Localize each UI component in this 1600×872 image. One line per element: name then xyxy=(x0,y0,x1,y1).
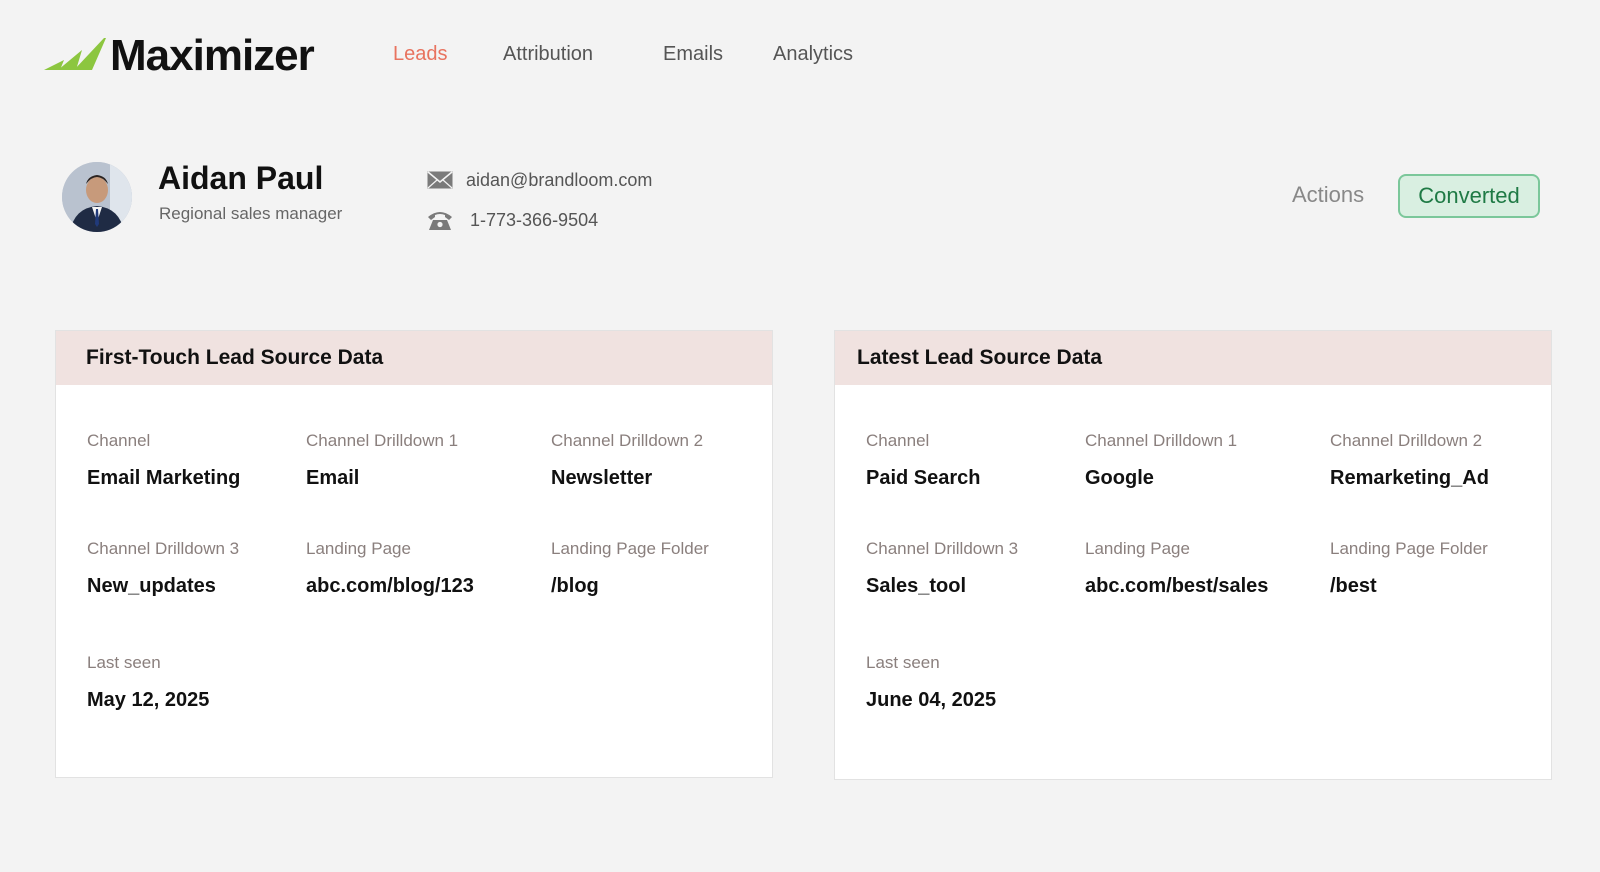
status-badge: Converted xyxy=(1398,174,1540,218)
field-label: Channel xyxy=(866,431,930,450)
field-value: Email xyxy=(306,467,360,489)
field-label: Channel Drilldown 3 xyxy=(87,539,240,558)
field-value: Remarketing_Ad xyxy=(1330,467,1489,489)
field-channel: Channel Email Marketing xyxy=(87,429,240,491)
field-value: abc.com/blog/123 xyxy=(306,575,474,597)
field-channel-drilldown-2: Channel Drilldown 2 Newsletter xyxy=(551,429,703,491)
avatar-portrait-icon xyxy=(62,162,132,232)
field-value: Newsletter xyxy=(551,467,653,489)
field-label: Channel Drilldown 1 xyxy=(1085,431,1238,450)
field-channel: Channel Paid Search xyxy=(866,429,981,491)
lead-name: Aidan Paul xyxy=(158,160,324,196)
field-value: June 04, 2025 xyxy=(866,689,997,711)
lead-email[interactable]: aidan@brandloom.com xyxy=(466,170,652,191)
latest-lead-source-card: Latest Lead Source Data Channel Paid Sea… xyxy=(834,330,1552,780)
lead-role: Regional sales manager xyxy=(159,204,343,223)
field-label: Last seen xyxy=(87,653,161,672)
first-touch-card: First-Touch Lead Source Data Channel Ema… xyxy=(55,330,773,778)
field-label: Landing Page Folder xyxy=(1330,539,1488,558)
nav-item-leads[interactable]: Leads xyxy=(393,40,503,68)
email-row[interactable]: aidan@brandloom.com xyxy=(426,160,652,200)
field-label: Channel xyxy=(87,431,151,450)
field-label: Channel Drilldown 2 xyxy=(551,431,704,450)
telephone-icon xyxy=(426,209,454,231)
field-channel-drilldown-1: Channel Drilldown 1 Google xyxy=(1085,429,1237,491)
card-title: First-Touch Lead Source Data xyxy=(56,331,772,385)
main-nav: Leads Attribution Emails Analytics xyxy=(393,40,883,68)
field-landing-page: Landing Page abc.com/best/sales xyxy=(1085,537,1268,599)
contact-info: aidan@brandloom.com 1-773-366-9504 xyxy=(426,160,652,240)
field-value: /blog xyxy=(551,575,599,597)
lead-phone[interactable]: 1-773-366-9504 xyxy=(470,210,598,231)
field-channel-drilldown-3: Channel Drilldown 3 New_updates xyxy=(87,537,239,599)
field-label: Channel Drilldown 2 xyxy=(1330,431,1483,450)
maximizer-logo[interactable]: Maximizer xyxy=(44,31,315,80)
field-label: Channel Drilldown 3 xyxy=(866,539,1019,558)
field-label: Landing Page xyxy=(1085,539,1190,558)
field-last-seen: Last seen May 12, 2025 xyxy=(87,651,209,713)
nav-item-emails[interactable]: Emails xyxy=(663,40,773,68)
top-bar: Maximizer Leads Attribution Emails Analy… xyxy=(0,0,1600,110)
field-value: abc.com/best/sales xyxy=(1085,575,1269,597)
field-grid: Channel Email Marketing Channel Drilldow… xyxy=(56,385,772,779)
card-title: Latest Lead Source Data xyxy=(835,331,1551,385)
field-value: Google xyxy=(1085,467,1154,489)
field-value: Sales_tool xyxy=(866,575,967,597)
avatar xyxy=(62,162,132,232)
field-value: Paid Search xyxy=(866,467,981,489)
phone-row[interactable]: 1-773-366-9504 xyxy=(426,200,652,240)
field-value: May 12, 2025 xyxy=(87,689,210,711)
field-grid: Channel Paid Search Channel Drilldown 1 … xyxy=(835,385,1551,779)
field-channel-drilldown-1: Channel Drilldown 1 Email xyxy=(306,429,458,491)
envelope-icon xyxy=(426,169,454,191)
nav-item-attribution[interactable]: Attribution xyxy=(503,40,663,68)
brand-name: Maximizer xyxy=(110,31,315,80)
nav-item-analytics[interactable]: Analytics xyxy=(773,40,883,68)
logo-mark-icon xyxy=(44,38,106,70)
field-last-seen: Last seen June 04, 2025 xyxy=(866,651,996,713)
field-channel-drilldown-3: Channel Drilldown 3 Sales_tool xyxy=(866,537,1018,599)
actions-button[interactable]: Actions xyxy=(1292,182,1364,208)
lead-profile-header: Aidan Paul Regional sales manager aidan@… xyxy=(62,160,1562,236)
field-value: /best xyxy=(1330,575,1377,597)
field-label: Last seen xyxy=(866,653,940,672)
field-channel-drilldown-2: Channel Drilldown 2 Remarketing_Ad xyxy=(1330,429,1489,491)
field-value: Email Marketing xyxy=(87,467,241,489)
field-label: Landing Page xyxy=(306,539,411,558)
field-value: New_updates xyxy=(87,575,216,597)
field-label: Channel Drilldown 1 xyxy=(306,431,459,450)
field-landing-page-folder: Landing Page Folder /best xyxy=(1330,537,1488,599)
field-label: Landing Page Folder xyxy=(551,539,709,558)
field-landing-page: Landing Page abc.com/blog/123 xyxy=(306,537,474,599)
field-landing-page-folder: Landing Page Folder /blog xyxy=(551,537,709,599)
